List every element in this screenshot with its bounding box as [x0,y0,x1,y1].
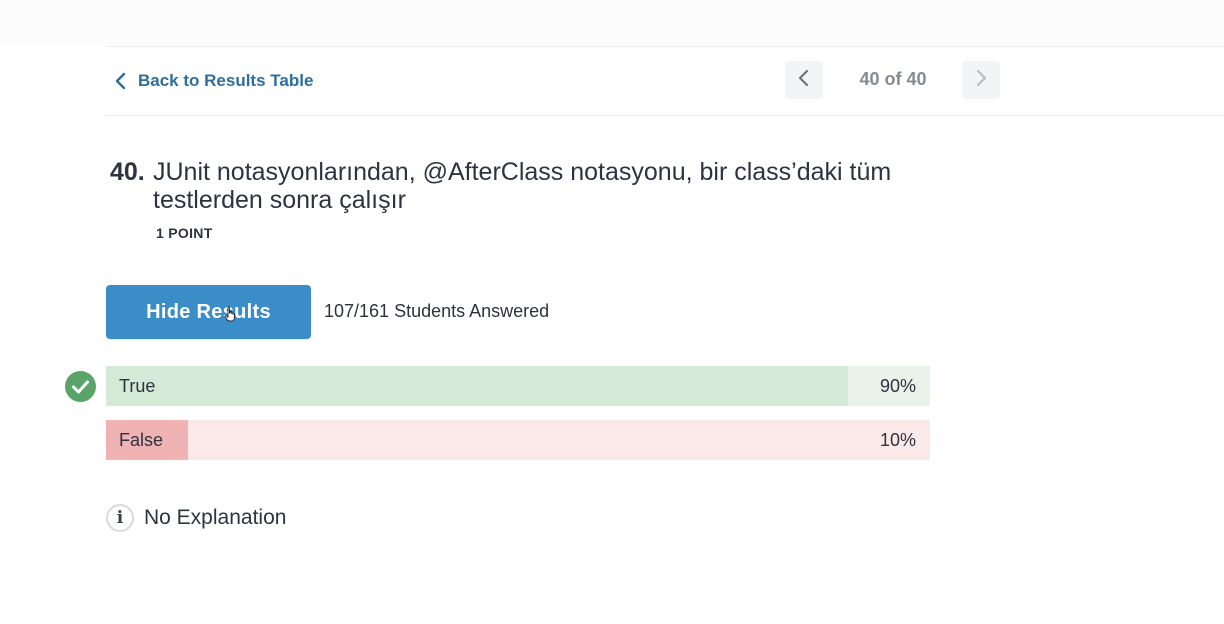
question-number: 40. [110,158,145,186]
previous-question-button[interactable] [785,61,823,99]
next-question-button[interactable] [962,61,1000,99]
students-answered-count: 107/161 Students Answered [324,301,550,321]
answer-label: True [119,376,156,396]
hand-cursor-icon [224,306,236,322]
chevron-left-icon [112,72,130,90]
question-nav-bar: Back to Results Table 40 of 40 [106,46,1224,116]
answer-row-true: True 90% [106,366,930,406]
question-pager-count: 40 of 40 [859,69,927,89]
explanation-text: No Explanation [144,506,287,529]
answer-bar-fill [106,366,848,406]
top-strip [0,0,1224,46]
check-circle-icon [65,371,96,402]
question-result-page: Back to Results Table 40 of 40 40. JUnit… [0,0,1224,624]
answer-percent: 10% [879,430,916,450]
back-to-results-link[interactable]: Back to Results Table [112,67,313,95]
answer-label: False [119,430,164,450]
answer-bar-track [106,420,930,460]
chevron-left-icon [796,69,812,92]
explanation-section: i No Explanation [106,502,286,534]
answer-row-false: False 10% [106,420,930,460]
question-text: JUnit notasyonlarından, @AfterClass nota… [153,158,892,214]
hide-results-button[interactable]: Hide Results [106,285,311,339]
back-link-label: Back to Results Table [138,71,314,90]
question-points: 1 POINT [156,225,213,241]
answer-percent: 90% [879,376,916,396]
info-icon: i [106,504,134,532]
chevron-right-icon [973,69,989,92]
